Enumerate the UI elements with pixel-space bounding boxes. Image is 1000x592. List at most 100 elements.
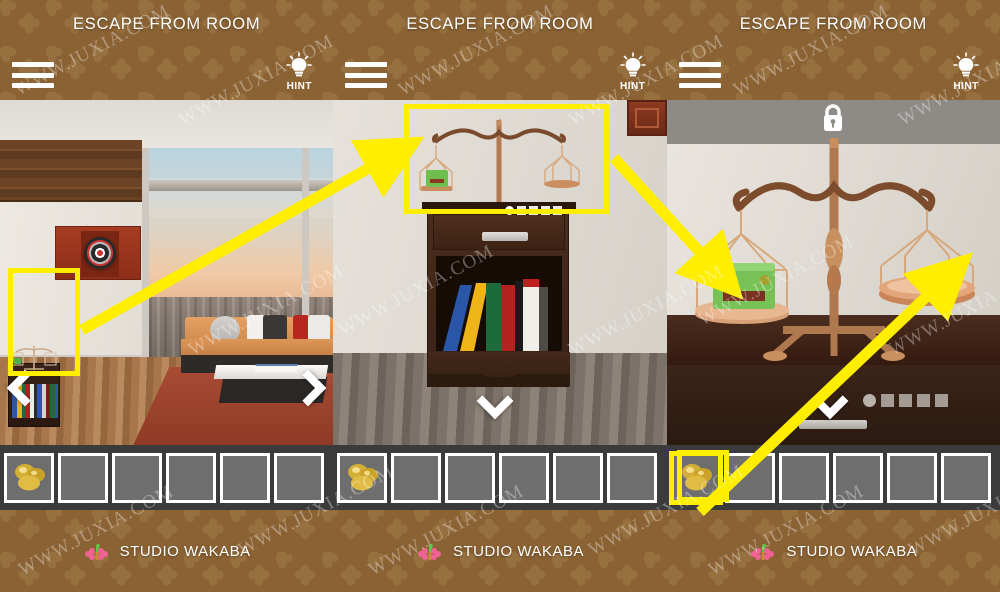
page-dot — [880, 394, 894, 407]
menu-bar-3 — [678, 83, 721, 88]
page-dot-active — [862, 394, 876, 407]
panel-3-header: ESCAPE FROM ROOM HINT — [667, 0, 1000, 100]
inventory-slot-0[interactable] — [4, 452, 54, 503]
page-title-2: ESCAPE FROM ROOM — [406, 15, 594, 33]
inventory-slot-1[interactable] — [58, 452, 108, 503]
dartboard-plaque[interactable] — [55, 226, 141, 280]
footer-1: STUDIO WAKABA — [0, 510, 333, 592]
lightbulb-icon — [285, 52, 313, 80]
scale-closeup-scene[interactable] — [666, 100, 1000, 445]
inventory-slot-4[interactable] — [553, 452, 604, 503]
inventory-slot-2[interactable] — [112, 452, 162, 503]
page-dot — [916, 394, 930, 407]
hint-label-2: HINT — [619, 81, 646, 92]
page-dot — [517, 206, 527, 215]
page-dot — [553, 206, 563, 215]
hint-label: HINT — [286, 81, 312, 92]
page-indicator-2 — [505, 206, 563, 215]
wood-wall-panel — [0, 140, 142, 202]
hint-button[interactable]: HINT — [277, 52, 321, 92]
chevron-down-icon — [476, 382, 514, 420]
inventory-bar-1 — [0, 445, 334, 510]
footer-3: STUDIO WAKABA — [667, 510, 1000, 592]
inventory-slot-3[interactable] — [832, 452, 883, 503]
panel-1-header: ESCAPE FROM ROOM HINT — [0, 0, 333, 100]
menu-bar-3 — [345, 83, 388, 88]
pillow-cream — [308, 315, 331, 341]
table-drawer-handle[interactable] — [798, 420, 867, 429]
nav-down-button-3[interactable] — [811, 382, 849, 420]
padlock-icon[interactable] — [817, 102, 849, 134]
inventory-slot-0[interactable] — [337, 452, 388, 503]
wood-cabinet[interactable] — [422, 202, 577, 387]
hamburger-menu-icon-3[interactable] — [678, 62, 721, 88]
menu-bar-1 — [678, 62, 721, 67]
menu-bar-1 — [345, 62, 388, 67]
page-title: ESCAPE FROM ROOM — [73, 15, 261, 33]
nav-right-button[interactable] — [289, 369, 327, 407]
inventory-slot-1[interactable] — [391, 452, 442, 503]
inventory-slot-4[interactable] — [220, 452, 270, 503]
gold-nuggets-icon — [345, 462, 381, 492]
dartboard-icon — [84, 237, 116, 269]
inventory-slot-5[interactable] — [940, 452, 991, 503]
page-indicator-3 — [862, 394, 948, 407]
pillow-red — [293, 315, 310, 340]
page-dot — [529, 206, 539, 215]
studio-name-2: STUDIO WAKABA — [453, 542, 584, 560]
framed-picture — [626, 100, 667, 136]
chevron-down-icon-3 — [811, 382, 849, 420]
inventory-slot-5[interactable] — [607, 452, 658, 503]
gold-nuggets-icon — [679, 462, 715, 492]
inventory-slot-2[interactable] — [778, 452, 829, 503]
living-room-scene[interactable] — [0, 100, 334, 445]
inventory-slot-1[interactable] — [724, 452, 775, 503]
chevron-left-icon — [6, 369, 44, 407]
inventory-slot-0-selected[interactable] — [670, 452, 721, 503]
panel-3: ESCAPE FROM ROOM HINT STUDIO WAKABA — [666, 0, 1000, 592]
panel-2: ESCAPE FROM ROOM HINT STUDIO WAKABA — [333, 0, 667, 592]
studio-name-3: STUDIO WAKABA — [786, 542, 918, 560]
page-dot-active — [505, 206, 515, 215]
menu-bar-1 — [12, 62, 54, 67]
pillow-dark — [263, 315, 288, 342]
panel-2-header: ESCAPE FROM ROOM HINT — [333, 0, 666, 100]
inventory-slot-4[interactable] — [886, 452, 937, 503]
inventory-slot-2[interactable] — [445, 452, 496, 503]
studio-name: STUDIO WAKABA — [119, 542, 251, 560]
row-of-books[interactable] — [440, 269, 560, 351]
page-dot — [934, 394, 948, 407]
cabinet-drawer[interactable] — [433, 214, 566, 250]
panel-1: ESCAPE FROM ROOM HINT STUDIO WAKABA — [0, 0, 334, 592]
nav-down-button-2[interactable] — [476, 382, 514, 420]
inventory-bar-2 — [333, 445, 667, 510]
inventory-slot-5[interactable] — [274, 452, 324, 503]
chevron-right-icon — [289, 369, 327, 407]
inventory-slot-3[interactable] — [166, 452, 216, 503]
studio-wakaba-logo-icon — [83, 540, 113, 562]
page-dot — [541, 206, 551, 215]
page-title-3: ESCAPE FROM ROOM — [739, 15, 927, 33]
papers-on-table — [254, 364, 299, 372]
lightbulb-icon-3 — [952, 52, 980, 80]
studio-wakaba-logo-icon-2 — [416, 540, 446, 562]
hamburger-menu-icon[interactable] — [12, 62, 54, 88]
inventory-slot-3[interactable] — [499, 452, 550, 503]
window-mullion-left — [142, 148, 149, 367]
menu-bar-2 — [12, 72, 54, 78]
hint-label-3: HINT — [953, 81, 979, 92]
hamburger-menu-icon-2[interactable] — [345, 62, 388, 88]
cabinet-scene[interactable] — [333, 100, 667, 445]
nav-left-button[interactable] — [6, 369, 44, 407]
menu-bar-2 — [345, 72, 388, 78]
menu-bar-2 — [678, 72, 721, 78]
inventory-bar-3 — [666, 445, 1000, 510]
balance-scale-small[interactable] — [10, 343, 58, 373]
hint-button-2[interactable]: HINT — [611, 52, 655, 92]
studio-wakaba-logo-icon-3 — [749, 540, 779, 562]
balance-scale-large[interactable] — [675, 130, 993, 370]
hint-button-3[interactable]: HINT — [944, 52, 988, 92]
lightbulb-icon-2 — [619, 52, 647, 80]
drawer-handle[interactable] — [482, 232, 529, 241]
cabinet-open-shelf — [436, 256, 563, 351]
